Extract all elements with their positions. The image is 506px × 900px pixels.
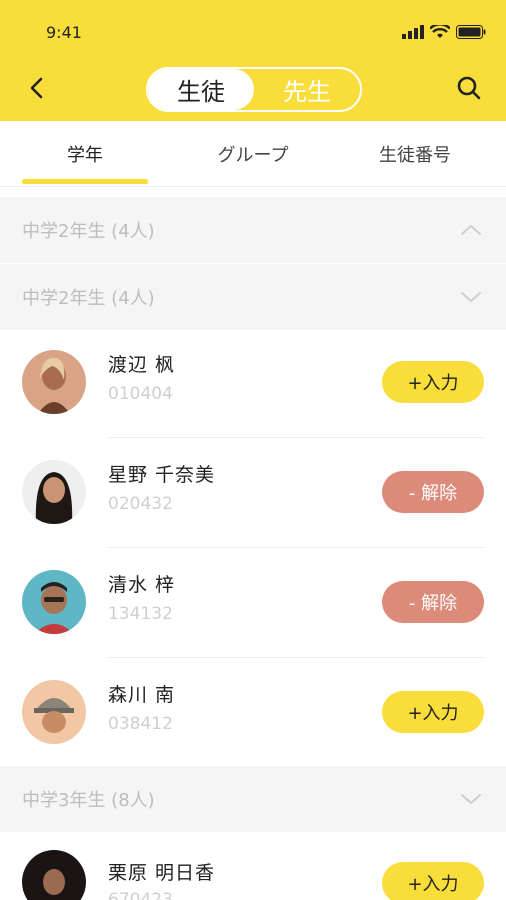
remove-button[interactable]: - 解除 xyxy=(382,581,484,623)
add-button[interactable]: +入力 xyxy=(382,361,484,403)
student-row: 栗原 明日香 670423 +入力 xyxy=(0,832,506,900)
add-button[interactable]: +入力 xyxy=(382,862,484,900)
group-header[interactable]: 中学2年生 (4人) xyxy=(0,264,506,330)
toggle-students[interactable]: 生徒 xyxy=(148,69,254,110)
student-row: 森川 南 038412 +入力 xyxy=(0,658,506,768)
student-id: 670423 xyxy=(108,890,173,900)
chevron-down-icon xyxy=(461,292,481,303)
avatar xyxy=(22,680,86,744)
search-icon xyxy=(457,76,481,100)
student-row: 渡辺 枫 010404 +入力 xyxy=(0,328,506,438)
avatar-photo xyxy=(22,680,86,744)
wifi-icon xyxy=(430,25,450,38)
student-id: 020432 xyxy=(108,494,173,514)
remove-button[interactable]: - 解除 xyxy=(382,471,484,513)
chevron-down-icon xyxy=(461,794,481,805)
tab-group[interactable]: グループ xyxy=(190,121,316,187)
avatar xyxy=(22,850,86,900)
group-label: 中学2年生 (4人) xyxy=(22,288,155,309)
avatar-photo xyxy=(22,850,86,900)
status-icons xyxy=(402,22,486,42)
avatar-photo xyxy=(22,350,86,414)
group-label: 中学2年生 (4人) xyxy=(22,221,155,242)
group-label: 中学3年生 (8人) xyxy=(22,790,155,811)
student-row: 清水 梓 134132 - 解除 xyxy=(0,548,506,658)
student-id: 134132 xyxy=(108,604,173,624)
tab-student-number[interactable]: 生徒番号 xyxy=(352,121,478,187)
tab-grade[interactable]: 学年 xyxy=(22,121,148,187)
avatar xyxy=(22,570,86,634)
student-row: 星野 千奈美 020432 - 解除 xyxy=(0,438,506,548)
student-id: 010404 xyxy=(108,384,173,404)
tab-indicator xyxy=(22,179,148,184)
student-name: 星野 千奈美 xyxy=(108,464,216,486)
search-button[interactable] xyxy=(454,73,484,103)
avatar xyxy=(22,350,86,414)
group-header[interactable]: 中学2年生 (4人) xyxy=(0,197,506,263)
chevron-up-icon xyxy=(461,224,481,235)
tab-bar: 学年 グループ 生徒番号 xyxy=(0,121,506,187)
student-name: 渡辺 枫 xyxy=(108,354,176,376)
battery-icon xyxy=(456,25,486,39)
avatar-photo xyxy=(22,460,86,524)
chevron-left-icon xyxy=(30,77,43,99)
student-name: 栗原 明日香 xyxy=(108,862,216,884)
add-button[interactable]: +入力 xyxy=(382,691,484,733)
role-toggle: 生徒 先生 xyxy=(146,67,362,112)
avatar xyxy=(22,460,86,524)
signal-icon xyxy=(402,25,424,39)
toggle-teachers[interactable]: 先生 xyxy=(254,69,360,110)
avatar-photo xyxy=(22,570,86,634)
back-button[interactable] xyxy=(22,73,52,103)
app-header: 9:41 生徒 先生 xyxy=(0,0,506,121)
student-name: 清水 梓 xyxy=(108,574,176,596)
status-time: 9:41 xyxy=(46,23,82,42)
student-id: 038412 xyxy=(108,714,173,734)
student-name: 森川 南 xyxy=(108,684,176,706)
group-header[interactable]: 中学3年生 (8人) xyxy=(0,766,506,832)
